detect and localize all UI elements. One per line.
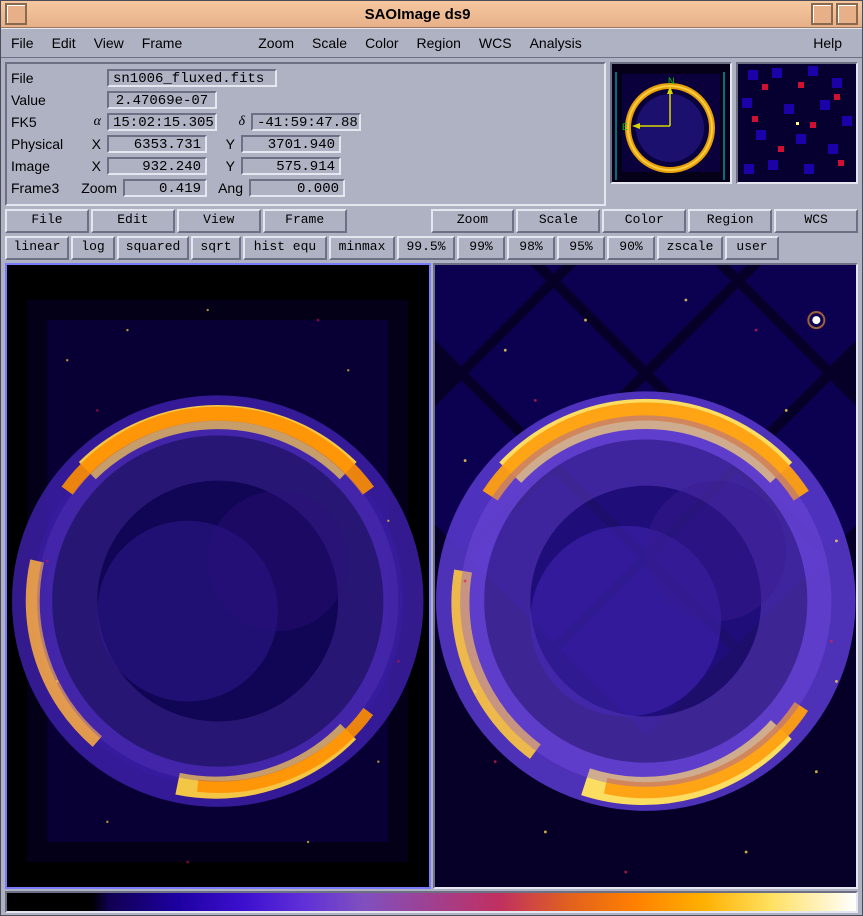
btn-995[interactable]: 99.5% [397,236,455,260]
value-image-x: 932.240 [107,157,207,175]
value-ang: 0.000 [249,179,345,197]
panner-image-icon: N E [612,64,730,182]
compass-e-label: E [622,122,628,132]
btn-color[interactable]: Color [602,209,686,233]
button-bar-1: File Edit View Frame Zoom Scale Color Re… [1,206,862,236]
magnifier-thumb[interactable] [736,62,858,184]
sym-phys-y: Y [215,136,235,152]
btn-squared[interactable]: squared [117,236,189,260]
btn-zscale[interactable]: zscale [657,236,723,260]
menu-file[interactable]: File [7,33,38,53]
compass-n-label: N [668,76,675,86]
btn-region[interactable]: Region [688,209,772,233]
btn-log[interactable]: log [71,236,115,260]
label-value: Value [11,92,81,108]
minimize-button[interactable] [811,3,833,25]
btn-hist[interactable]: hist equ [243,236,327,260]
menu-region[interactable]: Region [413,33,465,53]
window-title: SAOImage ds9 [27,6,808,23]
frame-right-image-icon [435,265,857,887]
btn-scale[interactable]: Scale [516,209,600,233]
frame-left[interactable] [5,263,431,889]
info-panel: File sn1006_fluxed.fits Value 2.47069e-0… [5,62,606,206]
btn-edit[interactable]: Edit [91,209,175,233]
btn-view[interactable]: View [177,209,261,233]
menu-frame[interactable]: Frame [138,33,186,53]
btn-linear[interactable]: linear [5,236,69,260]
sym-ang: Ang [215,180,243,196]
label-image: Image [11,158,81,174]
value-zoom: 0.419 [123,179,207,197]
value-image-y: 575.914 [241,157,341,175]
star-point-icon [812,316,820,324]
sym-image-x: X [81,158,101,174]
button-bar-2: linear log squared sqrt hist equ minmax … [1,236,862,263]
value-alpha: 15:02:15.305 [107,113,217,131]
value-delta: -41:59:47.88 [251,113,361,131]
btn-minmax[interactable]: minmax [329,236,395,260]
btn-frame[interactable]: Frame [263,209,347,233]
app-window: SAOImage ds9 File Edit View Frame Zoom S… [0,0,863,916]
sym-phys-x: X [81,136,101,152]
value-phys-x: 6353.731 [107,135,207,153]
btn-99[interactable]: 99% [457,236,505,260]
btn-sqrt[interactable]: sqrt [191,236,241,260]
sym-image-y: Y [215,158,235,174]
btn-95[interactable]: 95% [557,236,605,260]
sym-alpha: α [81,114,101,130]
menu-view[interactable]: View [90,33,128,53]
thumb-area: N E [610,62,858,206]
menu-help[interactable]: Help [809,33,846,53]
menu-scale[interactable]: Scale [308,33,351,53]
menu-analysis[interactable]: Analysis [526,33,586,53]
maximize-button[interactable] [836,3,858,25]
menu-zoom[interactable]: Zoom [254,33,298,53]
menu-wcs[interactable]: WCS [475,33,516,53]
btn-98[interactable]: 98% [507,236,555,260]
image-area [1,263,862,891]
btn-wcs[interactable]: WCS [774,209,858,233]
btn-user[interactable]: user [725,236,779,260]
btn-file[interactable]: File [5,209,89,233]
sym-delta: δ [225,114,245,130]
value-phys-y: 3701.940 [241,135,341,153]
menu-bar: File Edit View Frame Zoom Scale Color Re… [1,28,862,58]
label-file: File [11,70,81,86]
frame-right[interactable] [433,263,859,889]
system-menu-icon[interactable] [5,3,27,25]
menu-color[interactable]: Color [361,33,402,53]
info-panel-row: File sn1006_fluxed.fits Value 2.47069e-0… [1,58,862,206]
magnifier-cursor-icon [796,122,799,125]
label-frame: Frame3 [11,180,81,196]
label-fk5: FK5 [11,114,81,130]
value-file: sn1006_fluxed.fits [107,69,277,87]
panner-thumb[interactable]: N E [610,62,732,184]
btn-zoom[interactable]: Zoom [431,209,515,233]
title-bar: SAOImage ds9 [1,1,862,28]
sym-zoom: Zoom [81,180,117,196]
value-value: 2.47069e-07 [107,91,217,109]
color-bar[interactable] [5,891,858,913]
label-physical: Physical [11,136,81,152]
btn-90[interactable]: 90% [607,236,655,260]
frame-left-image-icon [7,265,429,887]
menu-edit[interactable]: Edit [48,33,80,53]
